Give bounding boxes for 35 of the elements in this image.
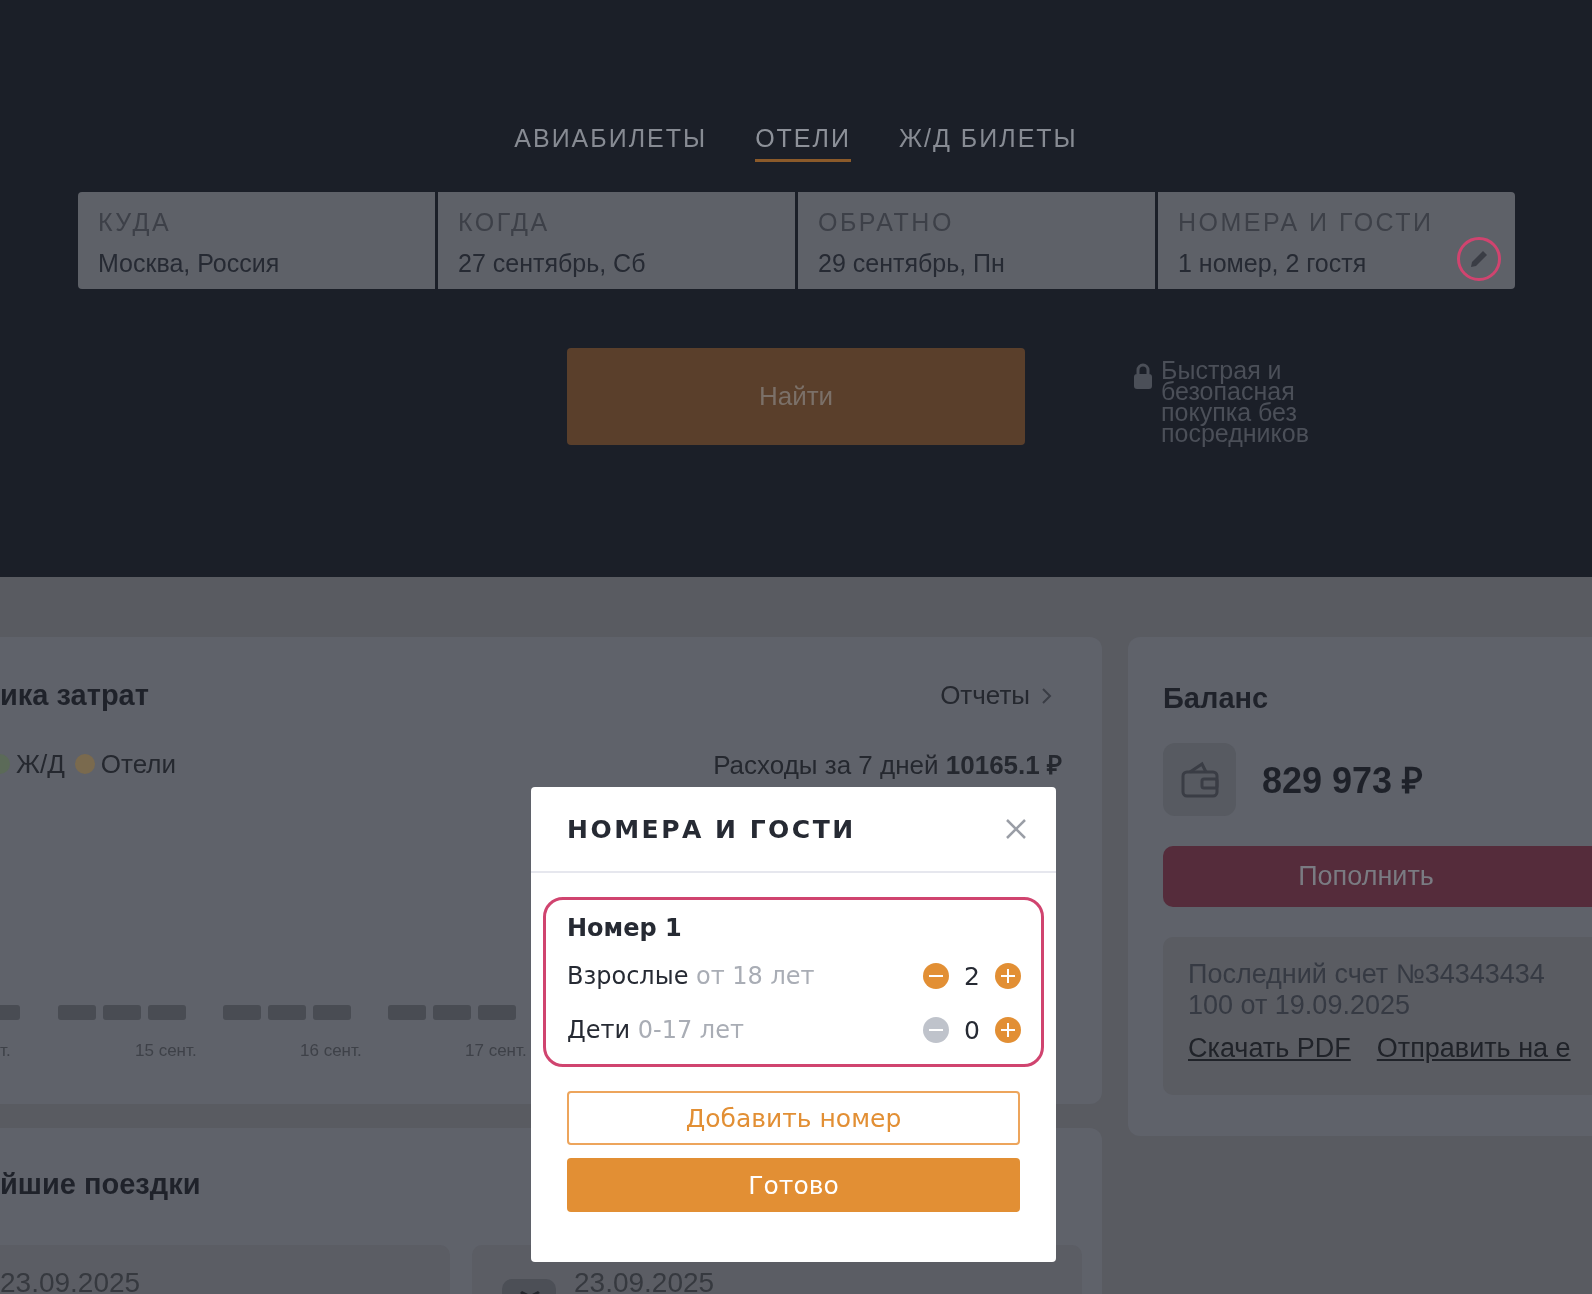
field-value: 29 сентябрь, Пн [818, 249, 1005, 278]
add-room-button[interactable]: Добавить номер [567, 1091, 1020, 1145]
plus-button[interactable] [995, 1017, 1021, 1043]
done-button[interactable]: Готово [567, 1158, 1020, 1212]
room-title: Номер 1 [567, 914, 683, 942]
guest-count: 0 [963, 1015, 981, 1045]
field-value: Москва, Россия [98, 249, 280, 278]
tab[interactable]: ОТЕЛИ [755, 120, 851, 162]
pencil-icon [1468, 248, 1490, 270]
find-button[interactable]: Найти [567, 348, 1025, 445]
reports-link[interactable]: Отчеты [940, 680, 1054, 711]
guest-label: Дети 0-17 лет [567, 1016, 744, 1044]
tab[interactable]: АВИАБИЛЕТЫ [514, 120, 708, 162]
guest-count: 2 [963, 961, 981, 991]
expenses-total: Расходы за 7 дней 10165.1 ₽ [713, 749, 1062, 782]
invoice-link[interactable]: Скачать PDF [1188, 1033, 1351, 1064]
balance-amount: 829 973 ₽ [1262, 759, 1424, 803]
dialog-title: НОМЕРА И ГОСТИ [567, 814, 856, 844]
plus-button[interactable] [995, 963, 1021, 989]
card-title: йшие поездки [0, 1168, 201, 1201]
field-value: 1 номер, 2 гостя [1178, 249, 1367, 278]
tab[interactable]: Ж/Д БИЛЕТЫ [898, 120, 1078, 162]
card-title: Баланс [1163, 682, 1270, 715]
guest-label: Взрослые от 18 лет [567, 962, 815, 990]
legend-label: Ж/Д [16, 748, 65, 780]
card-title: ика затрат [0, 679, 149, 712]
top-up-button[interactable]: Пополнить [1163, 846, 1592, 907]
chevron-right-icon [1040, 685, 1054, 706]
minus-button[interactable] [923, 963, 949, 989]
legend-label: Отели [100, 748, 176, 780]
wallet-icon [1163, 743, 1236, 816]
lock-icon [1133, 362, 1153, 390]
edit-button[interactable] [1457, 237, 1501, 281]
field-value: 27 сентябрь, Сб [458, 249, 646, 278]
invoice-link[interactable]: Отправить на е [1376, 1033, 1571, 1064]
